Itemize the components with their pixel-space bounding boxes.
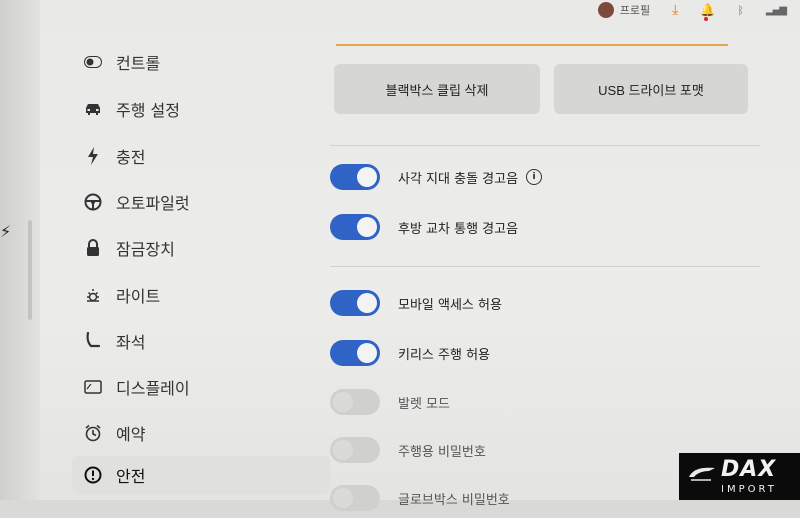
sidebar-item-label: 오토파일럿: [116, 194, 190, 213]
divider: [330, 266, 760, 267]
logo-sub: IMPORT: [721, 484, 777, 495]
setting-label: 키리스 주행 허용: [398, 347, 490, 363]
sidebar-item-label: 컨트롤: [116, 54, 161, 73]
car-icon: [82, 98, 104, 120]
keyless-driving-toggle[interactable]: [330, 340, 380, 366]
seat-icon: [82, 330, 104, 352]
setting-rear-cross-traffic-chime: 후방 교차 통행 경고음: [330, 207, 790, 247]
scrollbar[interactable]: [28, 220, 32, 320]
alarm-clock-icon: [82, 422, 104, 444]
valet-mode-toggle[interactable]: [330, 389, 380, 415]
blind-spot-chime-toggle[interactable]: [330, 164, 380, 190]
steering-wheel-icon: [82, 191, 104, 213]
logo-brand: DAX: [721, 457, 777, 482]
sidebar-item-label: 라이트: [116, 287, 161, 306]
sidebar-item-controls[interactable]: 컨트롤: [72, 43, 330, 81]
toggle-icon: [82, 51, 104, 73]
sidebar-item-display[interactable]: 디스플레이: [72, 368, 330, 406]
touchscreen: 프로필 ⤓ 🔔 ᛒ ▂▄▆ 컨트롤 주행 설정 충전 오토파일럿 잠금장치 라이…: [40, 0, 800, 511]
setting-blind-spot-chime: 사각 지대 충돌 경고음 i: [330, 157, 790, 197]
accent-line: [336, 44, 728, 46]
sidebar-item-autopilot[interactable]: 오토파일럿: [72, 183, 330, 221]
sidebar-item-label: 잠금장치: [116, 240, 175, 259]
sun-icon: [82, 284, 104, 306]
mobile-access-toggle[interactable]: [330, 290, 380, 316]
setting-label: 글로브박스 비밀번호: [398, 492, 510, 508]
rear-cross-traffic-toggle[interactable]: [330, 214, 380, 240]
sidebar-item-locks[interactable]: 잠금장치: [72, 229, 330, 267]
info-icon[interactable]: i: [526, 169, 543, 185]
car-logo-icon: [689, 467, 715, 481]
alert-circle-icon: [82, 464, 104, 486]
sidebar-item-safety[interactable]: 안전: [72, 456, 330, 494]
bolt-icon: ⚡: [0, 222, 12, 241]
sidebar-item-label: 좌석: [116, 333, 146, 352]
sidebar-item-lights[interactable]: 라이트: [72, 276, 330, 314]
setting-label: 발렛 모드: [398, 396, 450, 412]
sidebar-item-label: 디스플레이: [116, 379, 190, 398]
sidebar-item-label: 안전: [116, 467, 146, 486]
sidebar-item-charging[interactable]: 충전: [72, 137, 330, 175]
safety-settings-panel: 블랙박스 클립 삭제 USB 드라이브 포맷 사각 지대 충돌 경고음 i 후방…: [330, 0, 800, 511]
delete-dashcam-clips-button[interactable]: 블랙박스 클립 삭제: [334, 64, 540, 114]
bezel-edge: ⚡: [0, 0, 40, 500]
setting-valet-mode: 발렛 모드: [330, 382, 790, 422]
pin-to-drive-toggle[interactable]: [330, 437, 380, 463]
settings-sidebar: 컨트롤 주행 설정 충전 오토파일럿 잠금장치 라이트 좌석 디스플레이 예약 …: [40, 0, 330, 500]
bolt-icon: [82, 145, 104, 167]
sidebar-item-schedule[interactable]: 예약: [72, 414, 330, 452]
lock-icon: [82, 237, 104, 259]
setting-mobile-access: 모바일 액세스 허용: [330, 283, 790, 323]
glovebox-pin-toggle[interactable]: [330, 485, 380, 511]
sidebar-item-seats[interactable]: 좌석: [72, 322, 330, 360]
divider: [330, 145, 760, 146]
sidebar-item-label: 충전: [116, 148, 146, 167]
setting-label: 후방 교차 통행 경고음: [398, 221, 519, 237]
sidebar-item-label: 예약: [116, 425, 146, 444]
setting-label: 사각 지대 충돌 경고음: [398, 171, 519, 187]
sidebar-item-driving[interactable]: 주행 설정: [72, 90, 330, 128]
setting-label: 모바일 액세스 허용: [398, 297, 502, 313]
setting-label: 주행용 비밀번호: [398, 444, 486, 460]
dax-import-watermark: DAX IMPORT: [679, 453, 800, 500]
display-icon: [82, 376, 104, 398]
setting-keyless-driving: 키리스 주행 허용: [330, 333, 790, 373]
format-usb-button[interactable]: USB 드라이브 포맷: [554, 64, 748, 114]
sidebar-item-label: 주행 설정: [116, 101, 180, 120]
